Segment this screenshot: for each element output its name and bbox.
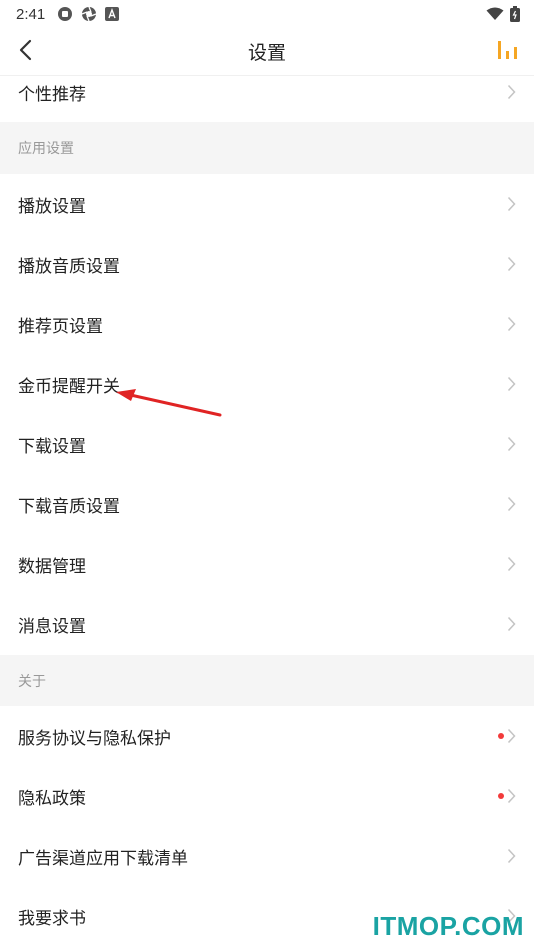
list-item-label: 播放音质设置 xyxy=(18,256,120,277)
row-right xyxy=(507,496,516,512)
list-item-label: 播放设置 xyxy=(18,196,86,217)
status-time: 2:41 xyxy=(16,5,46,23)
chevron-right-icon xyxy=(507,728,516,744)
list-item-label: 推荐页设置 xyxy=(18,316,103,337)
list-item-label: 隐私政策 xyxy=(18,788,86,809)
status-icons-right xyxy=(486,6,520,22)
list-item-label: 广告渠道应用下载清单 xyxy=(18,848,188,869)
list-item-service-agreement[interactable]: 服务协议与隐私保护 xyxy=(0,706,534,766)
page-title: 设置 xyxy=(247,42,286,64)
equalizer-icon xyxy=(496,39,520,65)
list-item-recommend-page-settings[interactable]: 推荐页设置 xyxy=(0,294,534,354)
row-right xyxy=(507,376,516,392)
chevron-right-icon xyxy=(507,316,516,332)
list-item-ad-channel-download-list[interactable]: 广告渠道应用下载清单 xyxy=(0,826,534,886)
a-box-icon xyxy=(105,7,120,21)
chevron-right-icon xyxy=(507,788,516,804)
chevron-right-icon xyxy=(507,496,516,512)
red-dot-badge xyxy=(498,733,504,739)
row-right xyxy=(498,728,516,744)
aperture-icon xyxy=(81,6,97,22)
row-right xyxy=(507,256,516,272)
chevron-right-icon xyxy=(507,376,516,392)
list-item-privacy-policy[interactable]: 隐私政策 xyxy=(0,766,534,826)
list-item-label: 数据管理 xyxy=(18,556,86,577)
row-right xyxy=(507,316,516,332)
row-right xyxy=(507,556,516,572)
watermark: ITMOP.COM xyxy=(372,911,524,941)
chevron-right-icon xyxy=(507,616,516,632)
status-icons-left xyxy=(57,6,120,22)
android-alert-icon xyxy=(57,6,73,22)
row-right xyxy=(507,616,516,632)
list-item-message-settings[interactable]: 消息设置 xyxy=(0,594,534,654)
chevron-right-icon xyxy=(507,256,516,272)
row-right xyxy=(507,84,516,100)
list-item-label: 我要求书 xyxy=(18,908,86,929)
chevron-left-icon xyxy=(18,39,34,65)
row-right xyxy=(507,848,516,864)
chevron-right-icon xyxy=(507,84,516,100)
list-item-download-quality[interactable]: 下载音质设置 xyxy=(0,474,534,534)
chevron-right-icon xyxy=(507,848,516,864)
list-item-label: 消息设置 xyxy=(18,616,86,637)
list-item-label: 下载音质设置 xyxy=(18,496,120,517)
chevron-right-icon xyxy=(507,196,516,212)
chevron-right-icon xyxy=(507,436,516,452)
battery-icon xyxy=(510,6,520,22)
section-header-app-settings: 应用设置 xyxy=(0,122,534,174)
section-header-about: 关于 xyxy=(0,655,534,707)
status-bar: 2:41 xyxy=(0,0,534,28)
list-item-download-settings[interactable]: 下载设置 xyxy=(0,414,534,474)
row-right xyxy=(498,788,516,804)
red-dot-badge xyxy=(498,793,504,799)
list-item-label: 个性推荐 xyxy=(18,84,86,105)
back-button[interactable] xyxy=(10,36,42,68)
player-button[interactable] xyxy=(494,38,522,66)
list-item-playback-quality[interactable]: 播放音质设置 xyxy=(0,234,534,294)
chevron-right-icon xyxy=(507,556,516,572)
list-item-label: 服务协议与隐私保护 xyxy=(18,728,171,749)
row-right xyxy=(507,436,516,452)
list-item-coin-reminder-toggle[interactable]: 金币提醒开关 xyxy=(0,354,534,414)
row-right xyxy=(507,196,516,212)
list-item-playback-settings[interactable]: 播放设置 xyxy=(0,174,534,234)
list-item-label: 下载设置 xyxy=(18,436,86,457)
app-header-overlay: 设置 xyxy=(0,28,534,76)
list-item-label: 金币提醒开关 xyxy=(18,376,120,397)
wifi-icon xyxy=(486,7,504,21)
list-item-data-management[interactable]: 数据管理 xyxy=(0,534,534,594)
